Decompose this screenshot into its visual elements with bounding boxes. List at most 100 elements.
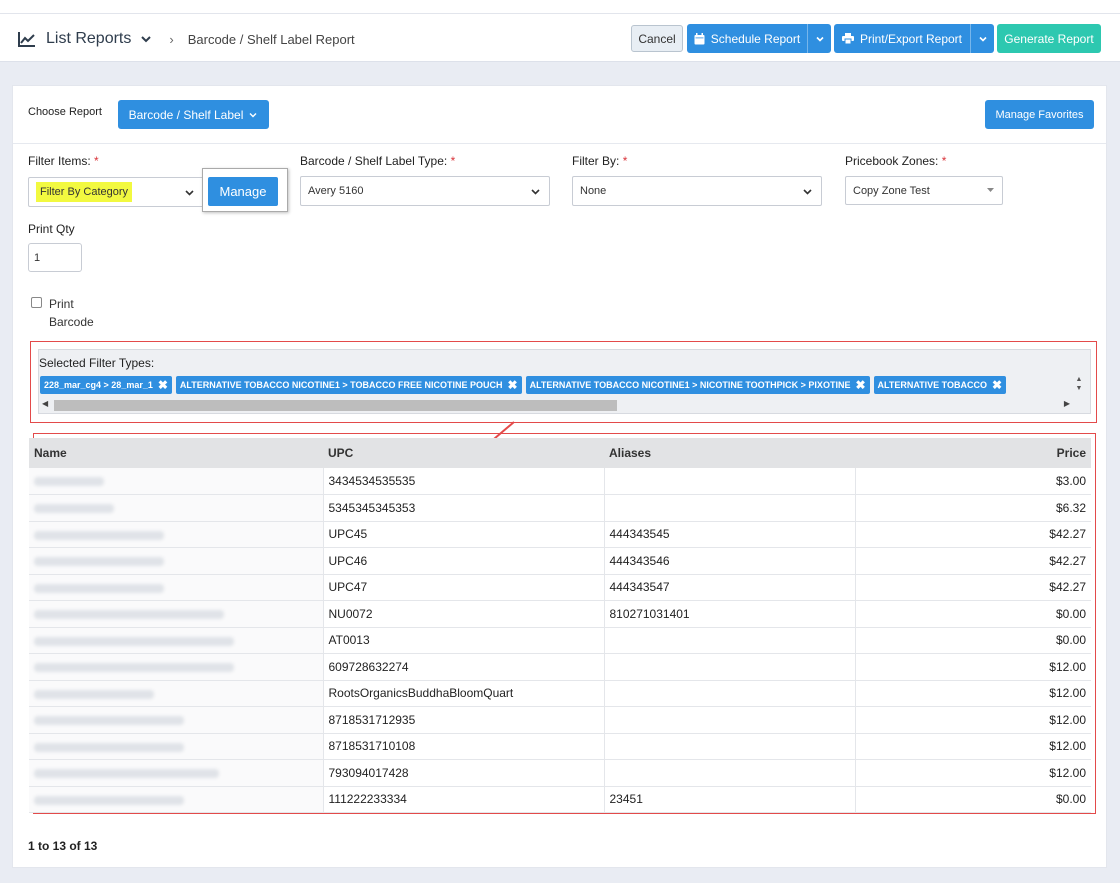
scroll-right-icon[interactable]: ▶ <box>1064 399 1070 408</box>
table-body: 3434534535535 $3.00 5345345345353 $6.32 UPC4… <box>29 468 1091 813</box>
cell-name <box>29 627 324 654</box>
column-header-name[interactable]: Name <box>29 438 323 468</box>
table-row[interactable]: 3434534535535 $3.00 <box>29 468 1091 495</box>
cell-price: $42.27 <box>855 521 1091 548</box>
cell-aliases: 23451 <box>604 786 856 813</box>
redacted-text <box>34 716 184 726</box>
print-qty-input[interactable]: 1 <box>28 243 82 272</box>
print-qty-label: Print Qty <box>28 222 75 236</box>
table-row[interactable]: 793094017428 $12.00 <box>29 759 1091 787</box>
required-mark: * <box>450 154 456 168</box>
manage-callout: Manage <box>202 168 288 212</box>
filter-chip[interactable]: ALTERNATIVE TOBACCO ✖ <box>873 376 1007 394</box>
breadcrumb: List Reports › Barcode / Shelf Label Rep… <box>18 28 355 50</box>
cell-aliases: 444343546 <box>604 547 856 575</box>
table-row[interactable]: NU0072 810271031401 $0.00 <box>29 600 1091 628</box>
cell-name <box>29 521 324 548</box>
pricebook-zones-label: Pricebook Zones: * <box>845 154 946 168</box>
cell-upc: RootsOrganicsBuddhaBloomQuart <box>323 680 605 707</box>
cell-upc: 5345345345353 <box>323 494 605 522</box>
table-row[interactable]: UPC47 444343547 $42.27 <box>29 574 1091 601</box>
redacted-text <box>34 636 234 646</box>
close-icon[interactable]: ✖ <box>508 378 518 392</box>
cell-price: $12.00 <box>855 733 1091 760</box>
scroll-left-icon[interactable]: ◀ <box>42 399 48 408</box>
cell-upc: UPC46 <box>323 547 605 575</box>
print-qty-value: 1 <box>34 251 41 264</box>
cell-aliases <box>604 680 856 707</box>
filter-chip-label: ALTERNATIVE TOBACCO NICOTINE1 > NICOTINE… <box>529 380 851 390</box>
selected-filters-panel: Selected Filter Types: 228_mar_cg4 > 28_… <box>38 349 1091 414</box>
table-row[interactable]: 111222233334 23451 $0.00 <box>29 786 1091 813</box>
table-row[interactable]: UPC45 444343545 $42.27 <box>29 521 1091 548</box>
filter-by-value: None <box>580 185 607 197</box>
choose-report-dropdown[interactable]: Barcode / Shelf Label <box>118 100 269 129</box>
filter-items-select[interactable]: Filter By Category <box>28 177 204 207</box>
choose-report-label: Choose Report <box>28 106 102 118</box>
generate-report-button[interactable]: Generate Report <box>997 24 1101 53</box>
page-title[interactable]: List Reports <box>46 30 131 48</box>
horizontal-scrollbar[interactable]: ◀ ▶ <box>40 398 1090 412</box>
top-bar: List Reports › Barcode / Shelf Label Rep… <box>0 0 1120 62</box>
table-row[interactable]: 5345345345353 $6.32 <box>29 494 1091 522</box>
cell-name <box>29 600 324 628</box>
cell-upc: 8718531712935 <box>323 706 605 734</box>
choose-report-value: Barcode / Shelf Label <box>128 107 244 122</box>
divider <box>13 143 1106 144</box>
pricebook-zones-value: Copy Zone Test <box>853 184 930 197</box>
print-export-button[interactable]: Print/Export Report <box>834 24 994 53</box>
close-icon[interactable]: ✖ <box>158 378 168 392</box>
window-top-strip <box>0 0 1120 14</box>
chevron-down-icon[interactable] <box>139 32 153 46</box>
filter-chip[interactable]: 228_mar_cg4 > 28_mar_1 ✖ <box>40 376 172 394</box>
filter-by-select[interactable]: None <box>572 176 822 206</box>
manage-favorites-button[interactable]: Manage Favorites <box>985 100 1094 129</box>
cell-price: $0.00 <box>855 600 1091 628</box>
cell-aliases <box>604 733 856 760</box>
filter-chip[interactable]: ALTERNATIVE TOBACCO NICOTINE1 > NICOTINE… <box>525 376 870 394</box>
print-export-dropdown-toggle[interactable] <box>970 24 994 53</box>
cell-aliases: 444343547 <box>604 574 856 601</box>
column-header-upc[interactable]: UPC <box>323 438 604 468</box>
print-barcode-checkbox[interactable] <box>31 297 42 308</box>
vertical-scrollbar[interactable]: ▲ ▼ <box>1074 375 1084 395</box>
cell-price: $0.00 <box>855 627 1091 654</box>
column-header-aliases[interactable]: Aliases <box>604 438 855 468</box>
cell-upc: UPC47 <box>323 574 605 601</box>
chevron-down-icon <box>978 36 987 42</box>
table-row[interactable]: 8718531710108 $12.00 <box>29 733 1091 760</box>
filter-chip-list: 228_mar_cg4 > 28_mar_1 ✖ ALTERNATIVE TOBAC… <box>40 376 1068 396</box>
table-row[interactable]: 609728632274 $12.00 <box>29 653 1091 681</box>
close-icon[interactable]: ✖ <box>992 378 1002 392</box>
close-icon[interactable]: ✖ <box>855 378 865 392</box>
cell-aliases: 810271031401 <box>604 600 856 628</box>
schedule-report-button[interactable]: Schedule Report <box>687 24 831 53</box>
label-type-value: Avery 5160 <box>308 185 364 197</box>
table-row[interactable]: UPC46 444343546 $42.27 <box>29 547 1091 575</box>
table-row[interactable]: 8718531712935 $12.00 <box>29 706 1091 734</box>
filter-chip[interactable]: ALTERNATIVE TOBACCO NICOTINE1 > TOBACCO … <box>175 376 522 394</box>
label-type-select[interactable]: Avery 5160 <box>300 176 550 206</box>
redacted-text <box>34 769 219 779</box>
column-header-price[interactable]: Price <box>855 438 1091 468</box>
cell-upc: 3434534535535 <box>323 468 605 495</box>
cell-upc: UPC45 <box>323 521 605 548</box>
cancel-button[interactable]: Cancel <box>631 25 683 52</box>
table-row[interactable]: RootsOrganicsBuddhaBloomQuart $12.00 <box>29 680 1091 707</box>
redacted-text <box>34 742 184 752</box>
cell-name <box>29 547 324 575</box>
table-row[interactable]: AT0013 $0.00 <box>29 627 1091 654</box>
schedule-dropdown-toggle[interactable] <box>807 24 831 53</box>
pricebook-zones-select[interactable]: Copy Zone Test <box>845 176 1003 205</box>
generate-report-label: Generate Report <box>1004 31 1094 46</box>
manage-button[interactable]: Manage <box>208 177 278 206</box>
chevron-down-icon <box>815 36 824 42</box>
redacted-text <box>34 557 164 567</box>
scrollbar-thumb[interactable] <box>54 400 617 411</box>
filter-chip-label: ALTERNATIVE TOBACCO NICOTINE1 > TOBACCO … <box>179 380 503 390</box>
breadcrumb-current: Barcode / Shelf Label Report <box>187 31 355 47</box>
pricebook-zones-label-text: Pricebook Zones: <box>845 154 939 168</box>
calendar-icon <box>694 32 705 44</box>
redacted-text <box>34 477 104 487</box>
filter-items-label: Filter Items: * <box>28 154 99 168</box>
